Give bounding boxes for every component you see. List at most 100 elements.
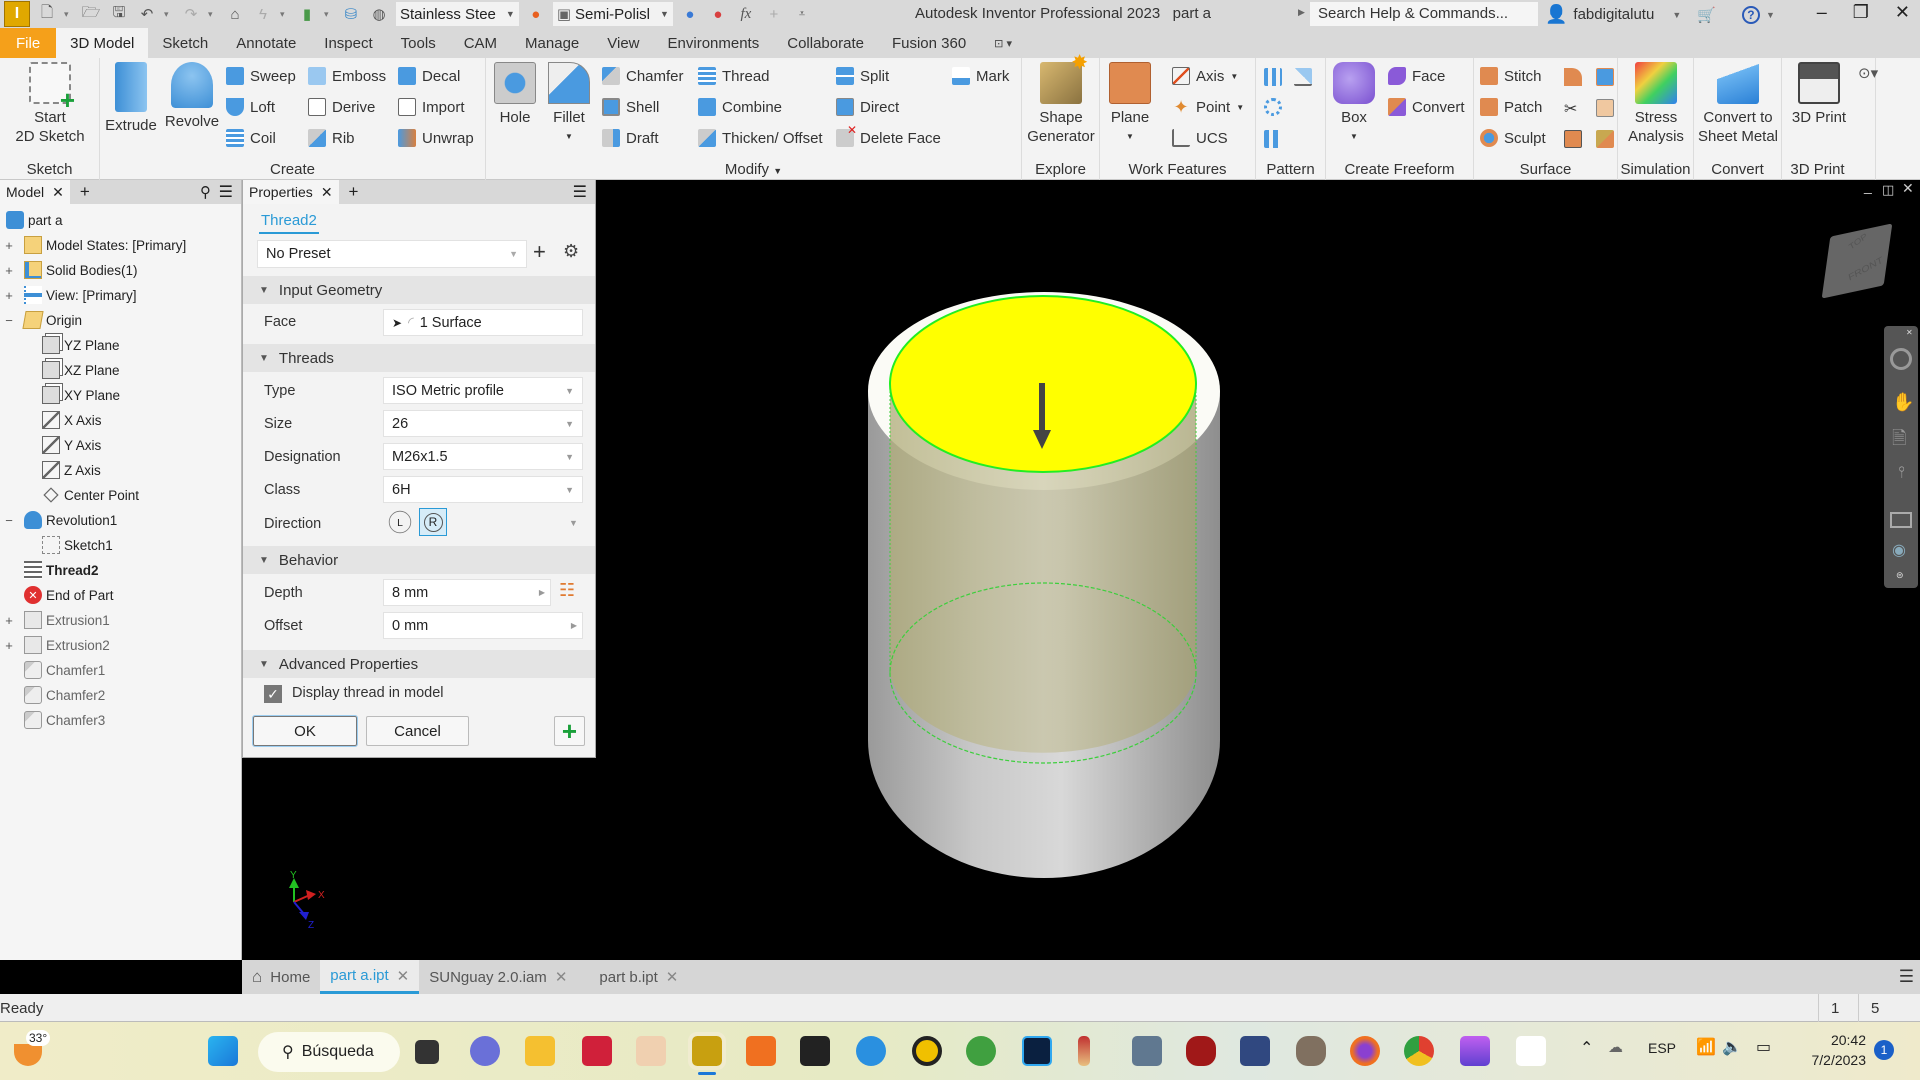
autocad-icon[interactable] [582, 1036, 612, 1066]
clock[interactable]: 20:42 7/2/2023 [1796, 1030, 1867, 1070]
cart-icon[interactable]: 🛒 [1697, 6, 1716, 24]
import-button[interactable]: Import [398, 95, 465, 119]
tree-item[interactable]: − Revolution1 [0, 508, 117, 532]
tab-sketch[interactable]: Sketch [148, 28, 222, 58]
close-icon[interactable]: ✕ [555, 968, 568, 986]
undo-dropdown-icon[interactable]: ▾ [164, 9, 174, 20]
depth-expand-icon[interactable]: ▶ [539, 588, 545, 597]
update-icon[interactable]: ϟ [252, 3, 274, 25]
view-face-icon[interactable]: ◉ [1892, 540, 1906, 560]
customize-icon[interactable]: ⩡ [791, 3, 813, 25]
gear-icon[interactable]: ⚙ [563, 241, 579, 262]
extend-icon[interactable] [1564, 130, 1582, 148]
circular-pattern-icon[interactable] [1264, 98, 1282, 116]
navbar-close-icon[interactable]: ✕ [1906, 328, 1913, 337]
tab-tools[interactable]: Tools [387, 28, 450, 58]
steering-wheel-icon[interactable] [1890, 348, 1912, 370]
stitch-button[interactable]: Stitch [1480, 64, 1542, 88]
convert-button[interactable]: Convert [1388, 95, 1465, 119]
section-advanced-properties[interactable]: ▼ Advanced Properties [243, 650, 595, 678]
close-icon[interactable]: ✕ [1895, 2, 1910, 23]
new-dropdown-icon[interactable]: ▾ [64, 9, 74, 20]
add-icon[interactable]: + [763, 3, 785, 25]
expand-icon[interactable]: + [3, 613, 15, 628]
ribbon-display-toggle[interactable]: ⊡ ▾ [980, 28, 1026, 58]
collapse-icon[interactable]: − [3, 313, 15, 328]
combine-button[interactable]: Combine [698, 95, 782, 119]
tree-item[interactable]: + Extrusion2 [0, 633, 110, 657]
tab-file[interactable]: File [0, 28, 57, 58]
close-icon[interactable]: ✕ [397, 967, 410, 985]
full-depth-toggle-icon[interactable]: ☷ [559, 580, 575, 601]
designation-select[interactable]: M26x1.5 ▼ [383, 443, 583, 470]
tree-item[interactable]: Chamfer2 [0, 683, 105, 707]
tab-view[interactable]: View [593, 28, 653, 58]
antivirus-icon[interactable] [1186, 1036, 1216, 1066]
tree-item[interactable]: Center Point [0, 483, 139, 507]
taskbar-search[interactable]: ⚲ Búsqueda [258, 1032, 400, 1072]
task-view-icon[interactable] [415, 1040, 439, 1064]
ruled-surface-icon[interactable] [1564, 68, 1582, 86]
save-icon[interactable]: 🖫 [108, 3, 130, 25]
chrome-icon[interactable] [1404, 1036, 1434, 1066]
teams-icon[interactable] [470, 1036, 500, 1066]
tree-item[interactable]: Sketch1 [0, 533, 113, 557]
revolve-button[interactable]: Revolve [162, 62, 222, 131]
convert-to-sheet-metal-button[interactable]: Convert to Sheet Metal [1696, 62, 1780, 146]
doc-tab-part-a[interactable]: part a.ipt ✕ [320, 960, 420, 994]
plane-button[interactable]: Plane ▼ [1106, 62, 1154, 146]
boundary-patch-icon[interactable] [1596, 68, 1614, 86]
tree-item[interactable]: + View: [Primary] [0, 283, 137, 307]
look-at-icon[interactable] [1890, 512, 1912, 528]
hole-button[interactable]: Hole [490, 62, 540, 127]
mark-button[interactable]: Mark [952, 64, 1009, 88]
viewport-minimize-icon[interactable]: _ [1864, 178, 1872, 194]
tree-item[interactable]: + Solid Bodies(1) [0, 258, 138, 282]
preset-select[interactable]: No Preset ▼ [257, 240, 527, 268]
fillet-button[interactable]: Fillet ▼ [544, 62, 594, 146]
thread-button[interactable]: Thread [698, 64, 770, 88]
battery-icon[interactable]: ▭ [1756, 1037, 1771, 1057]
offset-expand-icon[interactable]: ▶ [571, 621, 577, 630]
gimp-icon[interactable] [1296, 1036, 1326, 1066]
update-dropdown-icon[interactable]: ▾ [280, 9, 290, 20]
section-behavior[interactable]: ▼ Behavior [243, 546, 595, 574]
inventor-pro-icon[interactable] [636, 1036, 666, 1066]
shell-button[interactable]: Shell [602, 95, 659, 119]
adjust-appearance-icon[interactable]: ● [679, 3, 701, 25]
draft-button[interactable]: Draft [602, 126, 659, 150]
tree-item[interactable]: XZ Plane [0, 358, 120, 382]
face-selector[interactable]: ➤ ◜ 1 Surface [383, 309, 583, 336]
new-file-icon[interactable]: 🗋 [36, 3, 58, 25]
tree-item[interactable]: Chamfer3 [0, 708, 105, 732]
add-preset-icon[interactable]: + [533, 239, 546, 265]
weather-widget[interactable]: 33° [14, 1030, 54, 1070]
chamfer-button[interactable]: Chamfer [602, 64, 684, 88]
doc-tab-sunguay[interactable]: SUNguay 2.0.iam ✕ [419, 960, 577, 994]
redo-icon[interactable]: ↷ [180, 3, 202, 25]
split-button[interactable]: Split [836, 64, 889, 88]
rectangular-pattern-icon[interactable] [1264, 68, 1282, 86]
zoom-icon[interactable]: 🗎 [1892, 426, 1906, 456]
derive-button[interactable]: Derive [308, 95, 375, 119]
section-input-geometry[interactable]: ▼ Input Geometry [243, 276, 595, 304]
class-select[interactable]: 6H ▼ [383, 476, 583, 503]
tab-model[interactable]: Model ✕ [0, 180, 70, 204]
repair-bodies-icon[interactable] [1596, 130, 1614, 148]
tab-fusion-360[interactable]: Fusion 360 [878, 28, 980, 58]
calculator-icon[interactable] [1132, 1036, 1162, 1066]
material-select[interactable]: Stainless Stee ▼ [396, 2, 519, 26]
loft-button[interactable]: Loft [226, 95, 275, 119]
menu-icon[interactable]: ☰ [573, 182, 587, 202]
virtualbox-icon[interactable] [1240, 1036, 1270, 1066]
expand-icon[interactable]: + [3, 263, 15, 278]
expand-icon[interactable]: + [3, 238, 15, 253]
tree-item[interactable]: Y Axis [0, 433, 101, 457]
replace-face-icon[interactable] [1596, 99, 1614, 117]
tree-item[interactable]: + Model States: [Primary] [0, 233, 186, 257]
3d-print-button[interactable]: 3D Print [1784, 62, 1854, 127]
thread-size-select[interactable]: 26 ▼ [383, 410, 583, 437]
shape-generator-button[interactable]: ✸ Shape Generator [1024, 53, 1098, 146]
tab-properties[interactable]: Properties ✕ [243, 180, 339, 204]
apply-add-button[interactable]: + [554, 716, 585, 746]
